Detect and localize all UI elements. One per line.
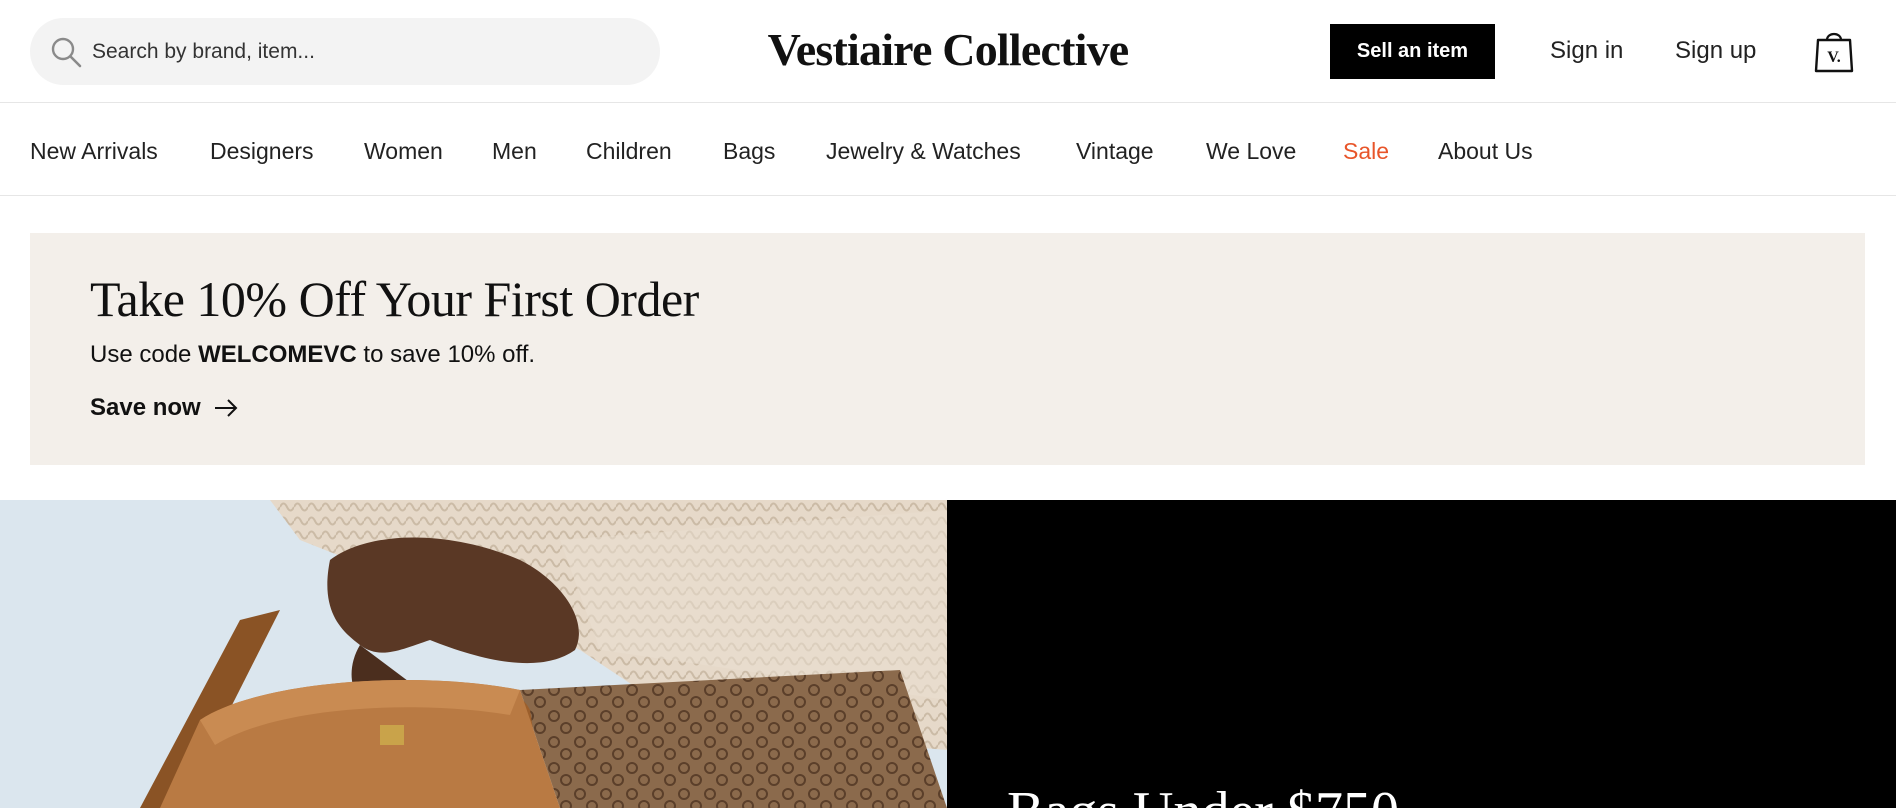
arrow-right-icon <box>214 399 238 417</box>
nav-item-women[interactable]: Women <box>364 136 443 166</box>
hero-image[interactable] <box>0 500 947 808</box>
search-bar[interactable] <box>30 18 660 85</box>
nav-item-children[interactable]: Children <box>586 136 672 166</box>
promo-text: Use code WELCOMEVC to save 10% off. <box>90 338 535 372</box>
nav-item-bags[interactable]: Bags <box>723 136 775 166</box>
save-now-link[interactable]: Save now <box>90 391 239 425</box>
nav-item-jewelry-watches[interactable]: Jewelry & Watches <box>826 136 1021 166</box>
promo-text-before: Use code <box>90 341 199 368</box>
hero-promo-panel[interactable]: Bags Under $750 <box>947 500 1896 808</box>
svg-text:V.: V. <box>1827 49 1841 66</box>
save-now-label: Save now <box>90 394 201 421</box>
shopping-bag-icon[interactable]: V. <box>1812 28 1856 74</box>
main-navigation: New Arrivals Designers Women Men Childre… <box>0 103 1896 196</box>
site-header: Vestiaire Collective Sell an item Sign i… <box>0 0 1896 103</box>
search-input[interactable] <box>92 18 632 85</box>
site-logo[interactable]: Vestiaire Collective <box>700 22 1196 78</box>
sign-up-link[interactable]: Sign up <box>1675 34 1756 68</box>
promo-text-after: to save 10% off. <box>356 341 536 368</box>
hero-photo-bag <box>0 500 947 808</box>
hero-heading: Bags Under $750 <box>1007 782 1399 808</box>
promo-title: Take 10% Off Your First Order <box>90 271 699 327</box>
promo-code: WELCOMEVC <box>198 341 357 368</box>
nav-item-vintage[interactable]: Vintage <box>1076 136 1154 166</box>
sign-in-link[interactable]: Sign in <box>1550 34 1623 68</box>
sell-item-button[interactable]: Sell an item <box>1330 24 1495 79</box>
promo-banner: Take 10% Off Your First Order Use code W… <box>30 233 1865 465</box>
nav-item-sale[interactable]: Sale <box>1343 136 1389 166</box>
search-icon <box>51 37 82 68</box>
nav-item-designers[interactable]: Designers <box>210 136 314 166</box>
nav-item-men[interactable]: Men <box>492 136 537 166</box>
nav-item-new-arrivals[interactable]: New Arrivals <box>30 136 158 166</box>
nav-item-about-us[interactable]: About Us <box>1438 136 1533 166</box>
nav-item-we-love[interactable]: We Love <box>1206 136 1296 166</box>
